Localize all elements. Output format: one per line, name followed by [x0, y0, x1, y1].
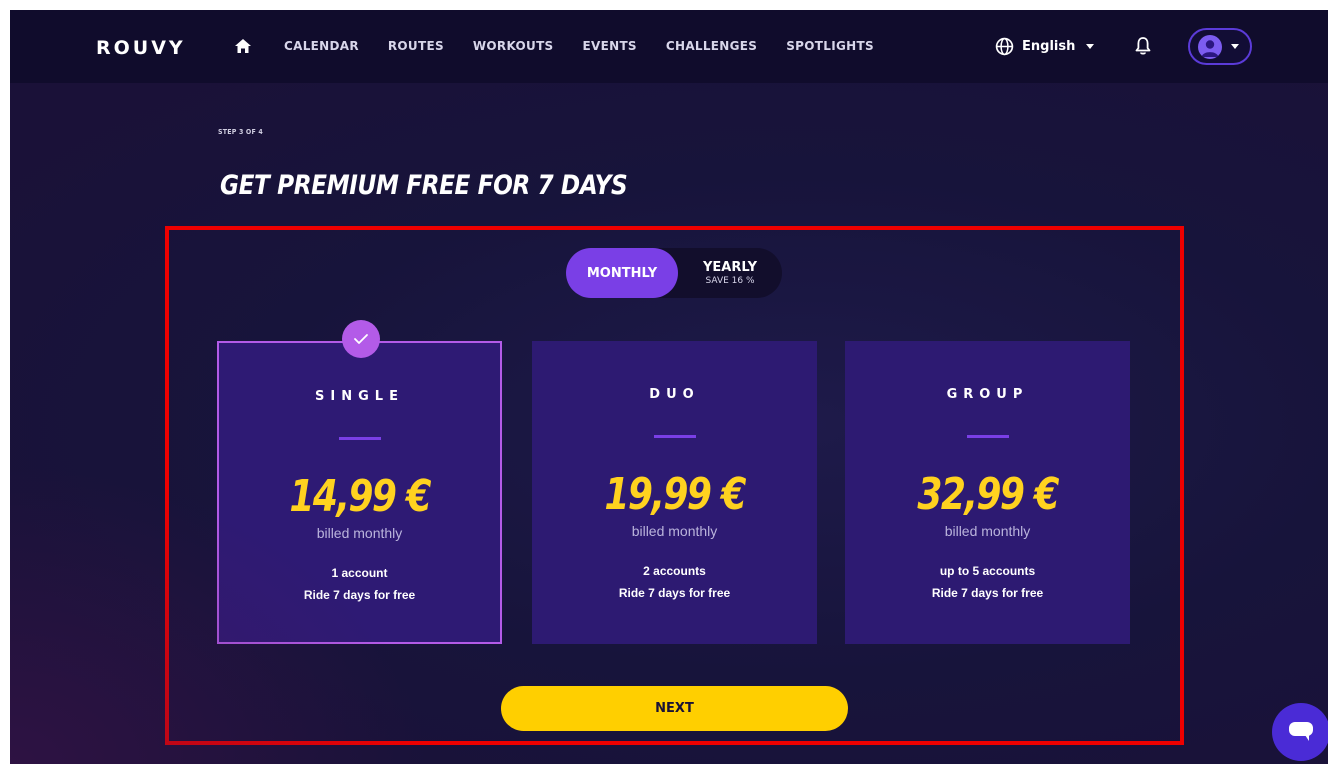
app-frame: ROUVY CALENDAR ROUTES WORKOUTS EVENTS CH…	[10, 10, 1328, 764]
main-nav: CALENDAR ROUTES WORKOUTS EVENTS CHALLENG…	[284, 39, 903, 53]
top-nav-bar: ROUVY CALENDAR ROUTES WORKOUTS EVENTS CH…	[10, 10, 1328, 83]
nav-events[interactable]: EVENTS	[583, 39, 637, 53]
home-icon[interactable]	[234, 38, 252, 54]
language-label: English	[1022, 39, 1076, 54]
nav-calendar[interactable]: CALENDAR	[284, 39, 359, 53]
chevron-down-icon	[1231, 44, 1239, 49]
bell-icon[interactable]	[1134, 36, 1152, 56]
nav-workouts[interactable]: WORKOUTS	[473, 39, 554, 53]
chat-icon	[1289, 722, 1313, 741]
chevron-down-icon	[1086, 44, 1095, 49]
rouvy-logo[interactable]: ROUVY	[96, 37, 186, 59]
avatar-icon	[1198, 34, 1222, 59]
nav-routes[interactable]: ROUTES	[388, 39, 444, 53]
highlight-box	[165, 226, 1184, 745]
chat-button[interactable]	[1272, 703, 1328, 761]
nav-challenges[interactable]: CHALLENGES	[666, 39, 757, 53]
language-selector[interactable]: English	[995, 37, 1095, 56]
step-indicator: STEP 3 OF 4	[218, 128, 263, 136]
globe-icon	[995, 37, 1014, 56]
nav-spotlights[interactable]: SPOTLIGHTS	[786, 39, 874, 53]
user-menu-button[interactable]	[1188, 28, 1252, 65]
page-title: GET PREMIUM FREE FOR 7 DAYS	[220, 170, 628, 201]
